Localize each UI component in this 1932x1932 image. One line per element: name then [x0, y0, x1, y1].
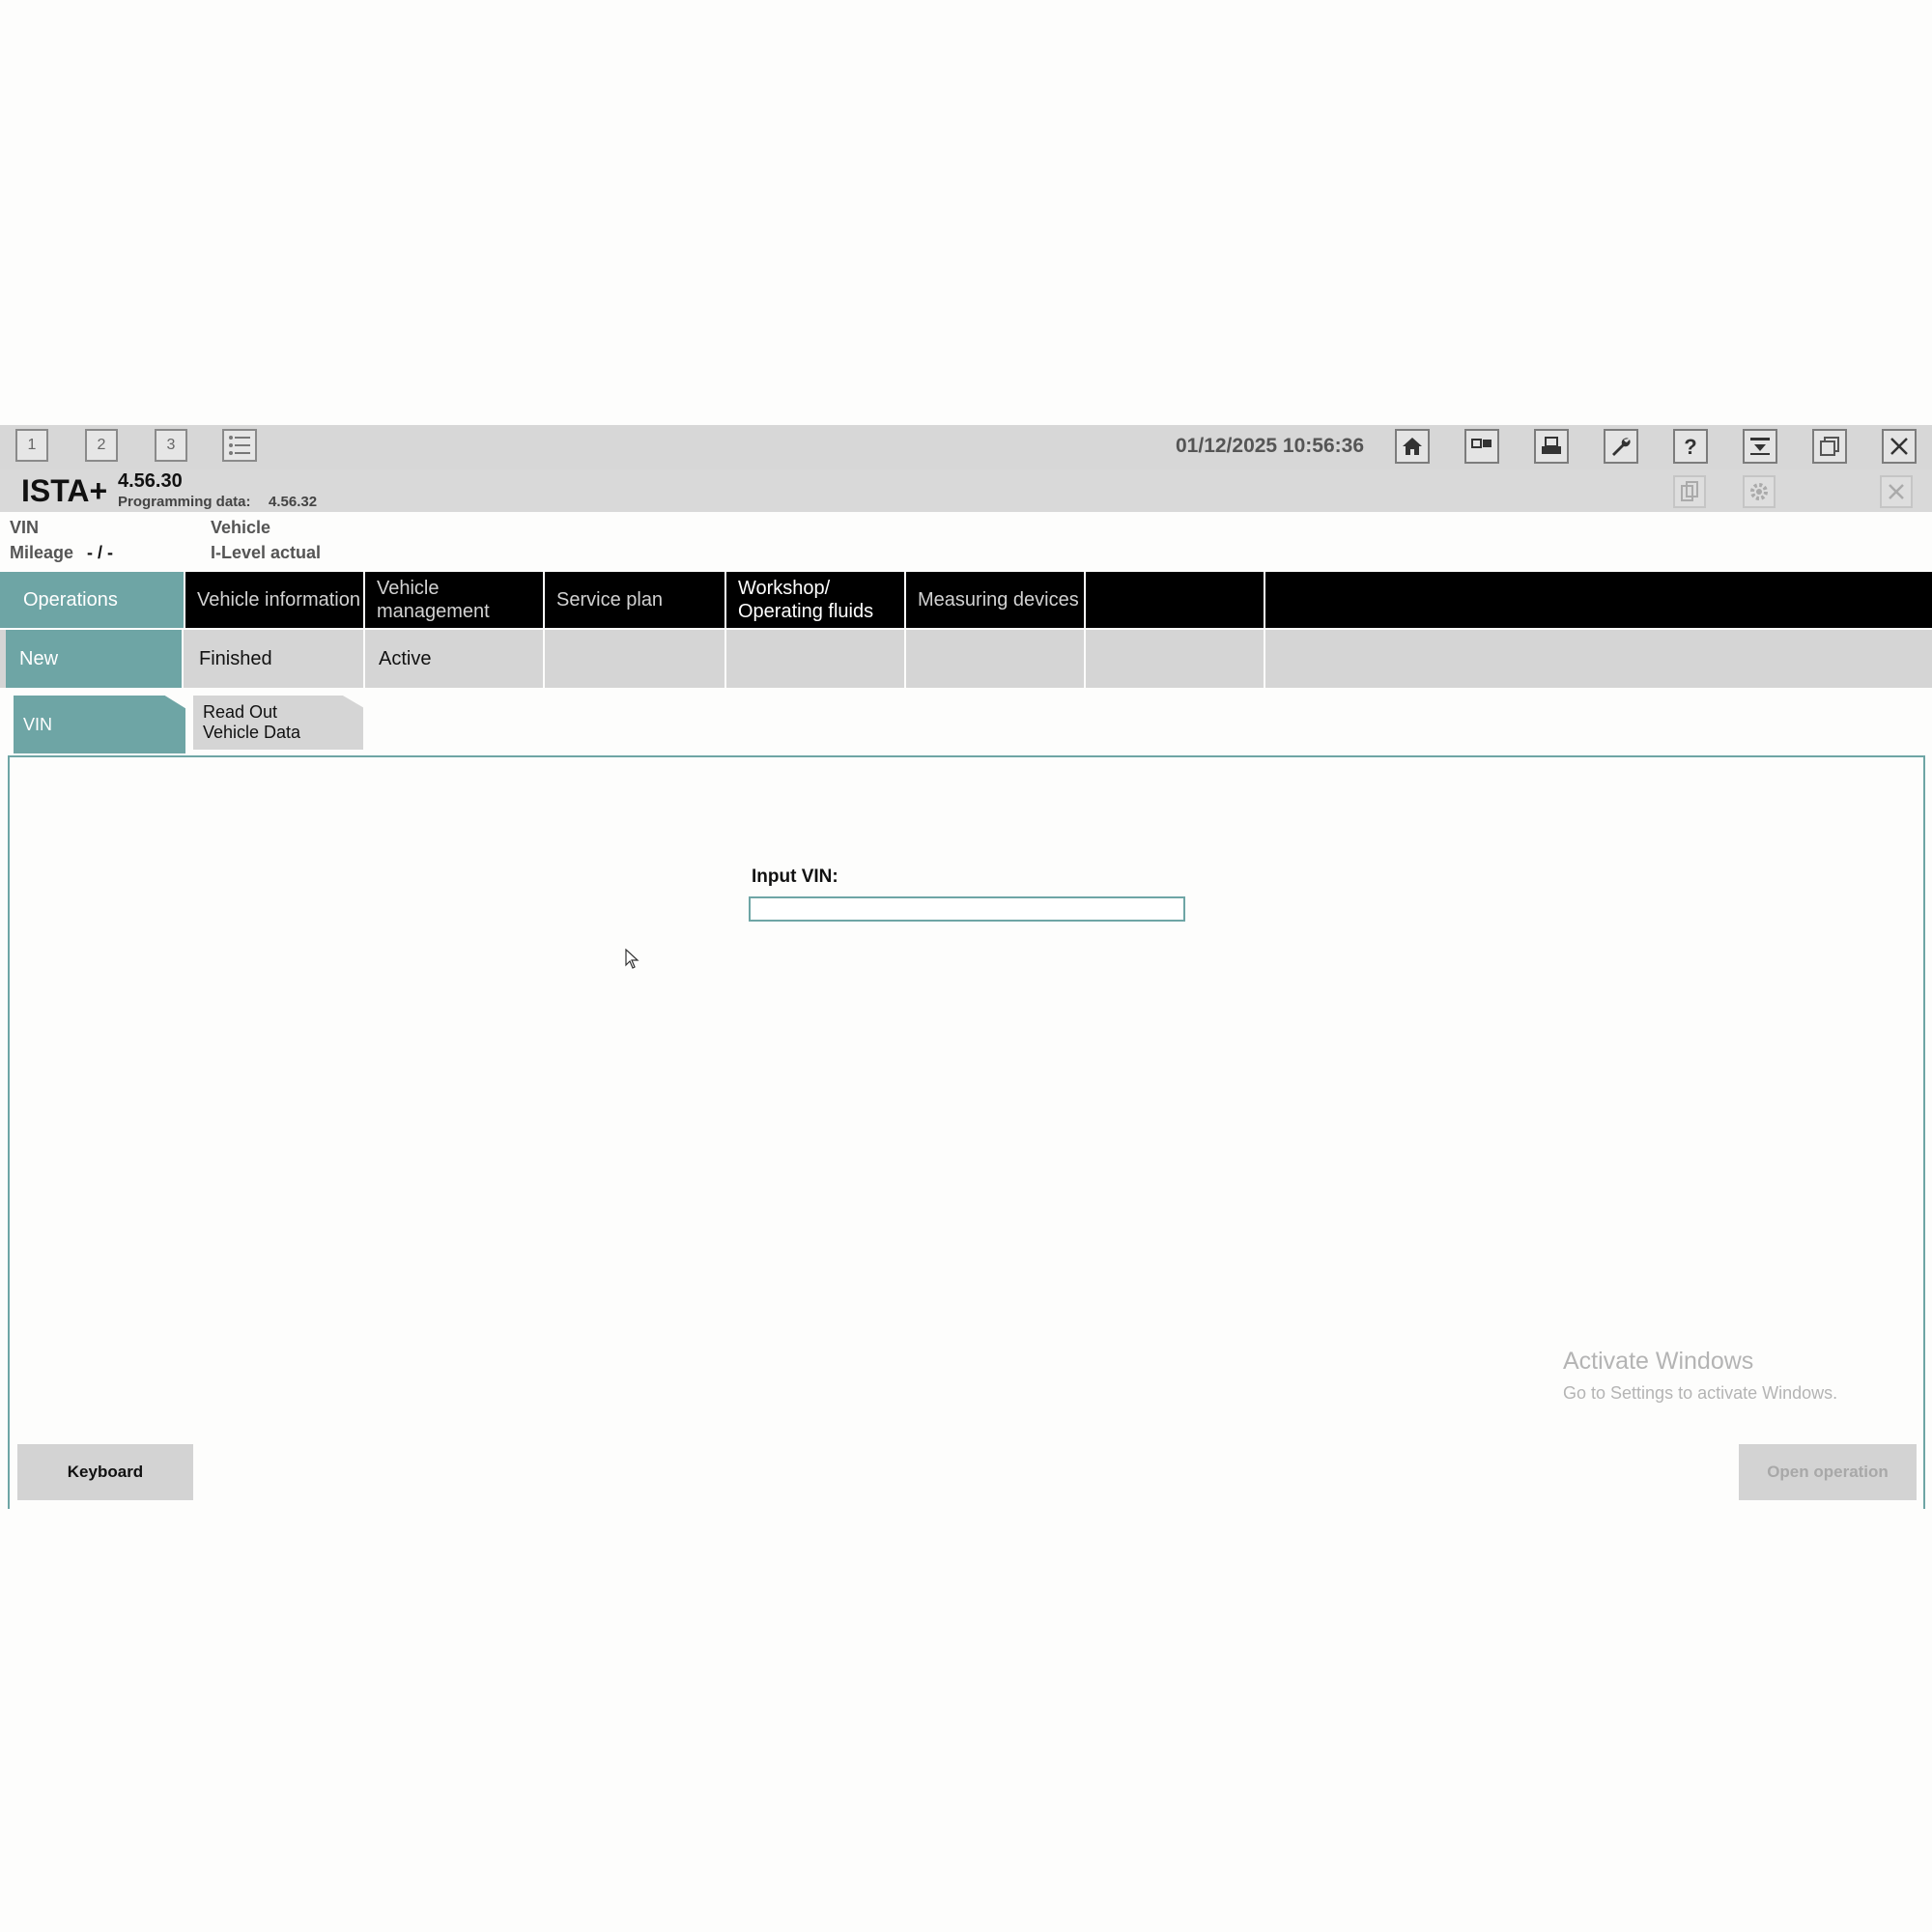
- subtab-new[interactable]: New: [6, 630, 184, 688]
- programming-data-label: Programming data:: [118, 494, 251, 510]
- subtab-finished[interactable]: Finished: [185, 630, 365, 688]
- subtab-active[interactable]: Active: [365, 630, 545, 688]
- watermark-subtitle: Go to Settings to activate Windows.: [1563, 1383, 1838, 1403]
- programming-data-value: 4.56.32: [269, 494, 318, 510]
- subtab-empty-4: [1086, 630, 1265, 688]
- app-header: ISTA+ 4.56.30 Programming data: 4.56.32: [0, 469, 1932, 512]
- display-mode-icon[interactable]: [1464, 429, 1499, 464]
- subtab-empty-2: [726, 630, 906, 688]
- screen-2-button[interactable]: 2: [85, 429, 118, 462]
- tab-vehicle-information-label: Vehicle information: [197, 589, 360, 611]
- vehicle-info-strip: VIN Mileage - / - Vehicle I-Level actual: [0, 514, 1932, 562]
- screen-3-label: 3: [166, 437, 176, 453]
- minimize-tray-icon[interactable]: [1743, 429, 1777, 464]
- tab-operations[interactable]: Operations: [0, 572, 185, 628]
- vehicle-label: Vehicle: [211, 518, 271, 537]
- close-session-icon[interactable]: [1880, 475, 1913, 508]
- open-operation-button[interactable]: Open operation: [1739, 1444, 1917, 1500]
- list-icon[interactable]: [222, 429, 257, 462]
- subtab-finished-label: Finished: [199, 647, 272, 669]
- screen-3-button[interactable]: 3: [155, 429, 187, 462]
- tab-measuring-devices[interactable]: Measuring devices: [906, 572, 1086, 628]
- subtab-empty-3: [906, 630, 1086, 688]
- datetime-display: 01/12/2025 10:56:36: [1176, 435, 1364, 457]
- screen-2-label: 2: [97, 437, 106, 453]
- tab-vin-label: VIN: [23, 714, 53, 734]
- subtab-empty-1: [545, 630, 726, 688]
- tab-measuring-devices-label: Measuring devices: [918, 589, 1079, 611]
- sub-navigation: New Finished Active: [0, 630, 1932, 688]
- tab-vehicle-management-label: Vehicle management: [377, 578, 490, 622]
- subtab-active-label: Active: [379, 647, 432, 669]
- mouse-cursor-icon: [625, 949, 639, 969]
- screen-1-label: 1: [27, 437, 37, 453]
- tab-service-plan[interactable]: Service plan: [545, 572, 726, 628]
- tab-workshop-operating-fluids[interactable]: Workshop/ Operating fluids: [726, 572, 906, 628]
- activate-windows-watermark: Activate Windows Go to Settings to activ…: [1563, 1348, 1837, 1404]
- restore-window-icon[interactable]: [1812, 429, 1847, 464]
- app-version: 4.56.30: [118, 470, 183, 492]
- watermark-title: Activate Windows: [1563, 1348, 1754, 1375]
- input-vin-label: Input VIN:: [752, 867, 838, 887]
- home-icon[interactable]: [1395, 429, 1430, 464]
- subtab-new-label: New: [19, 647, 59, 669]
- top-toolbar: 1 2 3 01/12/2025 10:56:36 ?: [0, 425, 1932, 471]
- tab-read-out-vehicle-data[interactable]: Read Out Vehicle Data: [193, 696, 363, 750]
- tab-workshop-label: Workshop/ Operating fluids: [738, 578, 874, 622]
- tab-empty: [1086, 572, 1265, 628]
- tab-operations-label: Operations: [23, 589, 118, 611]
- app-name: ISTA+: [21, 473, 108, 508]
- mileage-label: Mileage: [10, 543, 74, 562]
- print-icon[interactable]: [1534, 429, 1569, 464]
- tab-vin[interactable]: VIN: [14, 696, 185, 753]
- svg-text:?: ?: [1684, 435, 1696, 458]
- ista-app-window: 1 2 3 01/12/2025 10:56:36 ? ISTA+ 4.56.3…: [0, 425, 1932, 1509]
- close-icon[interactable]: [1882, 429, 1917, 464]
- copy-documents-icon[interactable]: [1673, 475, 1706, 508]
- main-navigation: Operations Vehicle information Vehicle m…: [0, 572, 1932, 628]
- tab-service-plan-label: Service plan: [556, 589, 664, 611]
- mileage-value: - / -: [87, 543, 113, 562]
- screen-1-button[interactable]: 1: [15, 429, 48, 462]
- tab-vehicle-management[interactable]: Vehicle management: [365, 572, 545, 628]
- vin-input[interactable]: [749, 896, 1185, 922]
- ilevel-label: I-Level actual: [211, 543, 322, 562]
- gear-icon[interactable]: [1743, 475, 1776, 508]
- help-icon[interactable]: ?: [1673, 429, 1708, 464]
- keyboard-button[interactable]: Keyboard: [17, 1444, 193, 1500]
- vin-info-label: VIN: [10, 518, 40, 537]
- wrench-icon[interactable]: [1604, 429, 1638, 464]
- tab-vehicle-information[interactable]: Vehicle information: [185, 572, 365, 628]
- tab-read-out-label: Read Out Vehicle Data: [203, 702, 301, 742]
